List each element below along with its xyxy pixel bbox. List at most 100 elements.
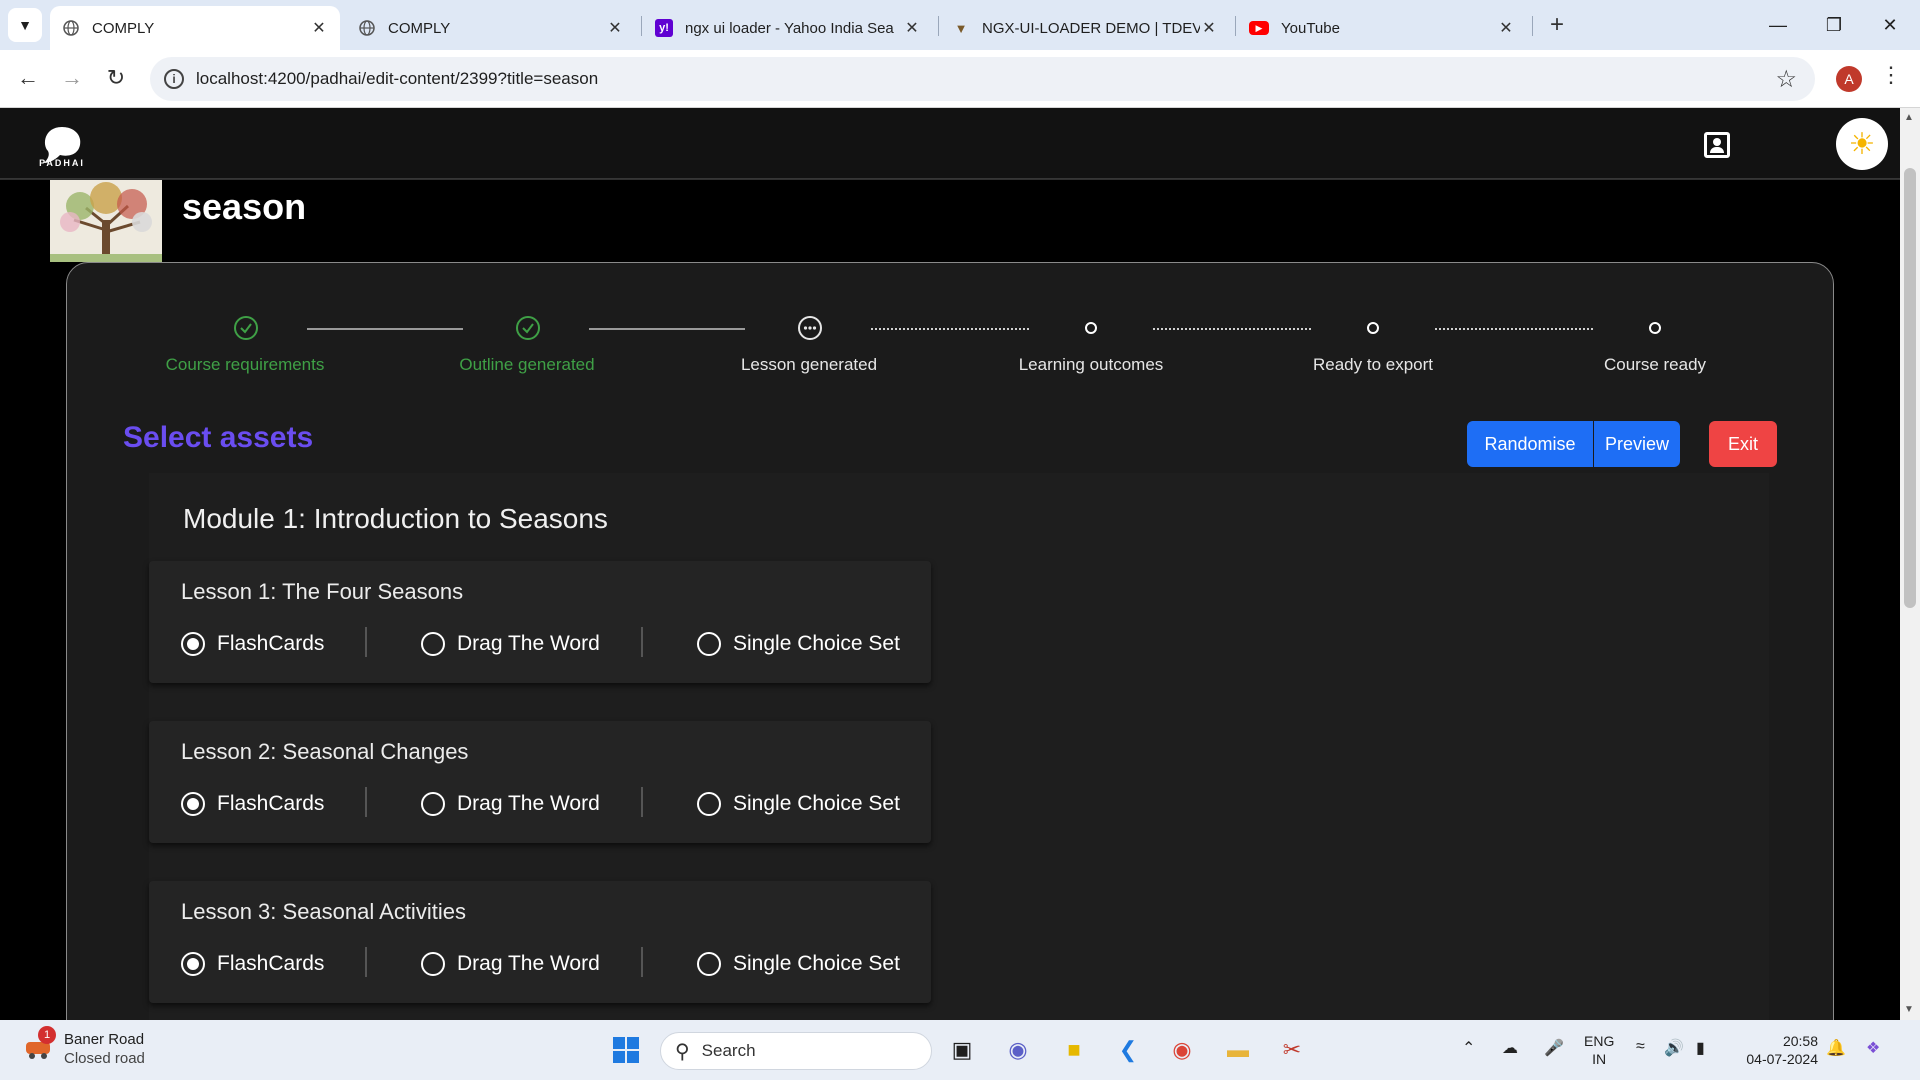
language-indicator[interactable]: ENG IN	[1584, 1032, 1614, 1068]
close-icon[interactable]: ✕	[606, 18, 624, 38]
step-label: Ready to export	[1312, 355, 1433, 374]
system-clock[interactable]: 20:58 04-07-2024	[1732, 1032, 1818, 1068]
browser-tab-2[interactable]: COMPLY ✕	[346, 6, 636, 50]
snipping-tool-icon[interactable]: ✂	[1274, 1032, 1310, 1068]
bookmark-star-icon[interactable]: ☆	[1775, 65, 1797, 94]
asset-option-flashcards[interactable]: FlashCards	[181, 789, 324, 819]
option-label: FlashCards	[217, 632, 325, 655]
back-icon[interactable]: ←	[12, 62, 44, 94]
vscode-icon[interactable]: ❮	[1110, 1032, 1146, 1068]
asset-option-single-choice-set[interactable]: Single Choice Set	[697, 789, 900, 819]
radio-button[interactable]	[421, 632, 445, 656]
notification-bell-icon[interactable]: 🔔	[1826, 1038, 1846, 1058]
chrome-icon[interactable]: ◉	[1164, 1032, 1200, 1068]
weather-widget[interactable]: 1 Baner Road Closed road	[22, 1026, 145, 1068]
address-bar[interactable]: i localhost:4200/padhai/edit-content/239…	[150, 57, 1815, 101]
close-icon[interactable]: ✕	[1200, 18, 1218, 38]
contact-icon[interactable]	[1704, 132, 1730, 158]
radio-button[interactable]	[697, 952, 721, 976]
windows-start-icon[interactable]	[608, 1032, 644, 1068]
radio-button[interactable]	[421, 952, 445, 976]
tab-title: COMPLY	[388, 19, 451, 37]
option-label: Drag The Word	[457, 952, 600, 975]
lesson-card: Lesson 2: Seasonal Changes FlashCards Dr…	[149, 721, 931, 843]
asset-option-single-choice-set[interactable]: Single Choice Set	[697, 949, 900, 979]
profile-avatar[interactable]: A	[1836, 66, 1862, 92]
scroll-up-icon[interactable]: ▲	[1904, 112, 1914, 123]
sun-icon[interactable]: ☀	[1836, 118, 1888, 170]
radio-button[interactable]	[181, 952, 205, 976]
asset-option-flashcards[interactable]: FlashCards	[181, 949, 324, 979]
option-label: Single Choice Set	[733, 952, 900, 975]
step-label: Outline generated	[459, 355, 595, 374]
taskbar-search[interactable]: ⚲ Search	[660, 1032, 932, 1070]
traffic-icon: 1	[22, 1026, 56, 1062]
asset-option-drag-the-word[interactable]: Drag The Word	[421, 949, 600, 979]
file-explorer-icon[interactable]: ▬	[1220, 1032, 1256, 1068]
lesson-title: Lesson 3: Seasonal Activities	[181, 899, 466, 924]
site-info-icon[interactable]: i	[164, 69, 184, 89]
randomise-button[interactable]: Randomise	[1467, 421, 1593, 467]
browser-tab-1[interactable]: COMPLY ✕	[50, 6, 340, 50]
browser-tab-3[interactable]: y! ngx ui loader - Yahoo India Sea ✕	[643, 6, 933, 50]
option-divider	[365, 787, 367, 817]
course-thumbnail	[50, 180, 162, 262]
window-close-icon[interactable]: ✕	[1870, 8, 1910, 42]
app-header: PADHAI ☀	[0, 108, 1900, 180]
course-title: season	[182, 186, 307, 227]
close-icon[interactable]: ✕	[310, 18, 328, 38]
forward-icon[interactable]: →	[56, 62, 88, 94]
battery-icon[interactable]: ▮	[1696, 1038, 1705, 1058]
preview-button[interactable]: Preview	[1594, 421, 1680, 467]
close-icon[interactable]: ✕	[903, 18, 921, 38]
reload-icon[interactable]: ↻	[100, 62, 132, 94]
clock-time: 20:58	[1782, 1033, 1818, 1049]
option-divider	[365, 627, 367, 657]
scrollbar-thumb[interactable]	[1904, 168, 1916, 608]
asset-option-flashcards[interactable]: FlashCards	[181, 629, 324, 659]
clock-date: 04-07-2024	[1746, 1051, 1818, 1067]
lesson-title: Lesson 2: Seasonal Changes	[181, 739, 469, 764]
browser-menu-icon[interactable]: ⋮	[1880, 62, 1902, 88]
copilot-icon[interactable]: ❖	[1866, 1038, 1880, 1058]
tab-search-button[interactable]: ▼	[8, 8, 42, 42]
search-label: Search	[701, 1041, 756, 1060]
asset-option-drag-the-word[interactable]: Drag The Word	[421, 789, 600, 819]
browser-tab-5[interactable]: ▶ YouTube ✕	[1237, 6, 1527, 50]
wifi-icon[interactable]: ≈	[1636, 1038, 1645, 1056]
task-view-icon[interactable]: ▣	[944, 1032, 980, 1068]
asset-option-single-choice-set[interactable]: Single Choice Set	[697, 629, 900, 659]
close-icon[interactable]: ✕	[1497, 18, 1515, 38]
more-circle-icon	[798, 316, 822, 340]
tab-separator	[938, 16, 939, 36]
minimize-icon[interactable]: —	[1758, 8, 1798, 42]
restore-icon[interactable]: ❐	[1814, 8, 1854, 42]
radio-button[interactable]	[181, 792, 205, 816]
sticky-notes-icon[interactable]: ■	[1056, 1032, 1092, 1068]
page-scrollbar[interactable]: ▲ ▼	[1900, 108, 1920, 1020]
logo-text: PADHAI	[39, 158, 85, 168]
onedrive-icon[interactable]: ☁	[1502, 1038, 1518, 1058]
page-content: season Course requirements Outline gener…	[0, 180, 1900, 1053]
url-text: localhost:4200/padhai/edit-content/2399?…	[196, 69, 599, 88]
radio-button[interactable]	[181, 632, 205, 656]
radio-button[interactable]	[697, 792, 721, 816]
teams-icon[interactable]: ◉	[1000, 1032, 1036, 1068]
radio-button[interactable]	[697, 632, 721, 656]
check-circle-icon	[516, 316, 540, 340]
new-tab-button[interactable]: +	[1542, 10, 1572, 40]
asset-option-drag-the-word[interactable]: Drag The Word	[421, 629, 600, 659]
content-card: Course requirements Outline generated Le…	[66, 262, 1834, 1053]
tab-separator	[641, 16, 642, 36]
volume-icon[interactable]: 🔊	[1664, 1038, 1684, 1058]
scroll-down-icon[interactable]: ▼	[1904, 1004, 1914, 1015]
option-divider	[365, 947, 367, 977]
exit-button[interactable]: Exit	[1709, 421, 1777, 467]
stepper-connector	[1153, 328, 1311, 330]
show-hidden-icons-icon[interactable]: ⌃	[1462, 1038, 1475, 1058]
tab-title: YouTube	[1281, 19, 1340, 37]
microphone-icon[interactable]: 🎤	[1544, 1038, 1564, 1058]
browser-tab-4[interactable]: ▼ NGX-UI-LOADER DEMO | TDEV ✕	[940, 6, 1230, 50]
lesson-card: Lesson 1: The Four Seasons FlashCards Dr…	[149, 561, 931, 683]
radio-button[interactable]	[421, 792, 445, 816]
